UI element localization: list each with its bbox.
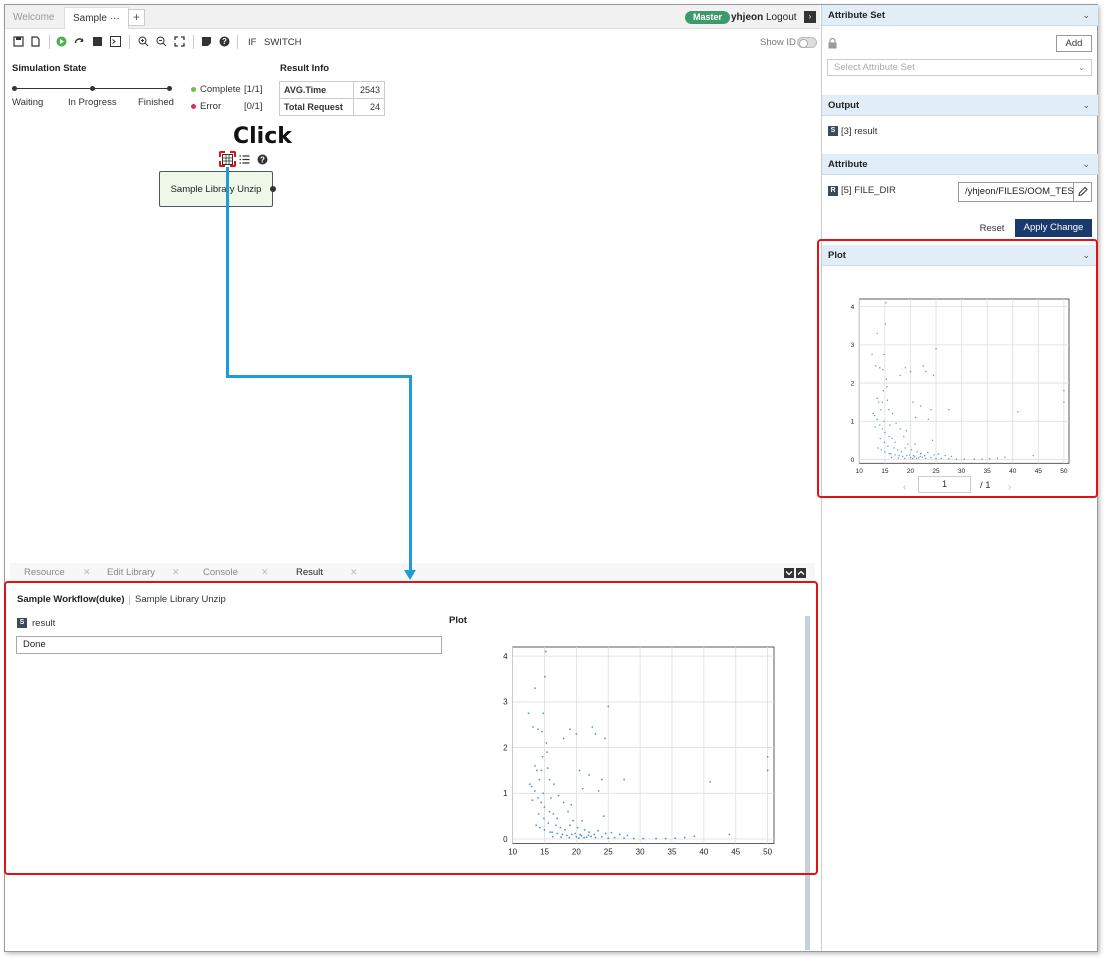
attribute-item: [5] FILE_DIR <box>841 185 896 196</box>
toolbar-divider <box>49 35 50 49</box>
error-status-dot <box>191 104 196 109</box>
help-icon[interactable]: ? <box>219 36 230 47</box>
output-title: Output <box>828 100 860 111</box>
progress-step-dot <box>167 86 172 91</box>
close-icon[interactable]: ✕ <box>350 567 358 578</box>
username: yhjeon <box>731 12 764 23</box>
show-id-toggle[interactable] <box>797 37 817 48</box>
step-finished: Finished <box>138 97 174 108</box>
table-row: AVG.Time 2543 <box>279 81 385 99</box>
annotation-highlight <box>4 581 818 875</box>
add-button[interactable]: Add <box>1056 35 1092 52</box>
table-view-icon[interactable] <box>222 154 233 165</box>
attribute-value-input[interactable]: /yhjeon/FILES/OOM_TES <box>958 182 1074 202</box>
save-icon[interactable] <box>13 36 24 47</box>
attribute-header[interactable]: Attribute ⌄ <box>822 154 1098 175</box>
toolbar-divider <box>129 35 130 49</box>
output-item: [3] result <box>841 126 878 137</box>
maximize-panel-icon[interactable] <box>796 568 806 578</box>
step-in-progress: In Progress <box>68 97 117 108</box>
result-info-key: AVG.Time <box>279 81 354 99</box>
if-button[interactable]: IF <box>248 37 256 48</box>
annotation-arrowhead <box>404 570 416 580</box>
fit-screen-icon[interactable] <box>174 36 185 47</box>
minimize-panel-icon[interactable] <box>784 568 794 578</box>
tab-edit-library[interactable]: Edit Library <box>107 567 155 578</box>
annotation-arrow <box>226 375 412 378</box>
close-icon[interactable]: ✕ <box>83 567 91 578</box>
zoom-out-icon[interactable] <box>156 36 167 47</box>
output-header[interactable]: Output ⌄ <box>822 95 1098 116</box>
svg-text:?: ? <box>222 37 227 46</box>
table-row: Total Request 24 <box>279 98 385 116</box>
show-id-label: Show ID <box>760 37 796 48</box>
terminal-icon[interactable] <box>110 36 121 47</box>
click-annotation: Click <box>233 124 292 149</box>
lock-icon <box>828 37 837 49</box>
attribute-set-select[interactable]: Select Attribute Set ⌄ <box>827 59 1092 76</box>
step-waiting: Waiting <box>12 97 44 108</box>
simulation-state-title: Simulation State <box>12 63 87 74</box>
step-icon[interactable] <box>74 36 85 47</box>
attribute-title: Attribute <box>828 159 868 170</box>
chevron-down-icon[interactable]: ⌄ <box>1082 154 1090 175</box>
node-output-port[interactable] <box>270 186 276 192</box>
string-type-badge: S <box>828 126 838 136</box>
reset-button[interactable]: Reset <box>972 220 1012 238</box>
chevron-down-icon: ⌄ <box>1078 63 1085 72</box>
tab-result[interactable]: Result <box>296 567 323 578</box>
apply-change-button[interactable]: Apply Change <box>1015 219 1092 237</box>
error-label: Error <box>200 101 222 112</box>
complete-status-dot <box>191 87 196 92</box>
result-info-title: Result Info <box>280 63 330 74</box>
annotation-arrow <box>226 167 229 378</box>
list-view-icon[interactable] <box>239 154 250 165</box>
close-icon[interactable]: ✕ <box>261 567 269 578</box>
result-info-value: 24 <box>353 98 385 116</box>
close-icon[interactable]: ✕ <box>172 567 180 578</box>
zoom-in-icon[interactable] <box>138 36 149 47</box>
chevron-down-icon[interactable]: ⌄ <box>1082 5 1090 26</box>
toolbar-divider <box>193 35 194 49</box>
run-icon[interactable] <box>56 36 67 47</box>
result-info-value: 2543 <box>353 81 385 99</box>
switch-button[interactable]: SWITCH <box>264 37 301 48</box>
stop-icon[interactable] <box>92 36 103 47</box>
expand-panel-icon[interactable]: › <box>804 11 816 23</box>
complete-count: [1/1] <box>244 84 263 95</box>
attribute-set-select-placeholder: Select Attribute Set <box>834 62 915 73</box>
help-icon[interactable]: ? <box>257 154 268 165</box>
note-icon[interactable] <box>201 36 212 47</box>
tab-bar: Welcome Sample ··· + Master yhjeon Logou… <box>5 5 820 29</box>
chevron-down-icon[interactable]: ⌄ <box>1082 95 1090 116</box>
result-info-key: Total Request <box>279 98 354 116</box>
error-count: [0/1] <box>244 101 263 112</box>
tab-console[interactable]: Console <box>203 567 238 578</box>
svg-text:?: ? <box>260 155 265 164</box>
resource-type-badge: R <box>828 186 838 196</box>
complete-label: Complete <box>200 84 241 95</box>
new-file-icon[interactable] <box>30 36 41 47</box>
progress-line <box>95 88 167 89</box>
attribute-set-title: Attribute Set <box>828 10 885 21</box>
tab-resource[interactable]: Resource <box>24 567 65 578</box>
toolbar: ? IF SWITCH Show ID <box>5 30 820 54</box>
tab-sample[interactable]: Sample ··· <box>64 7 129 29</box>
annotation-highlight <box>817 239 1098 498</box>
logout-link[interactable]: Logout <box>766 12 797 23</box>
progress-line <box>17 88 90 89</box>
result-info-table: AVG.Time 2543 Total Request 24 <box>279 81 385 116</box>
workflow-node[interactable]: Sample Library Unzip <box>159 171 273 207</box>
attribute-set-header[interactable]: Attribute Set ⌄ <box>822 5 1098 26</box>
add-tab-button[interactable]: + <box>128 9 145 26</box>
toolbar-divider <box>237 35 238 49</box>
annotation-arrow <box>409 375 412 573</box>
master-badge: Master <box>685 11 731 24</box>
edit-icon[interactable] <box>1073 182 1092 202</box>
tab-welcome[interactable]: Welcome <box>5 7 63 29</box>
